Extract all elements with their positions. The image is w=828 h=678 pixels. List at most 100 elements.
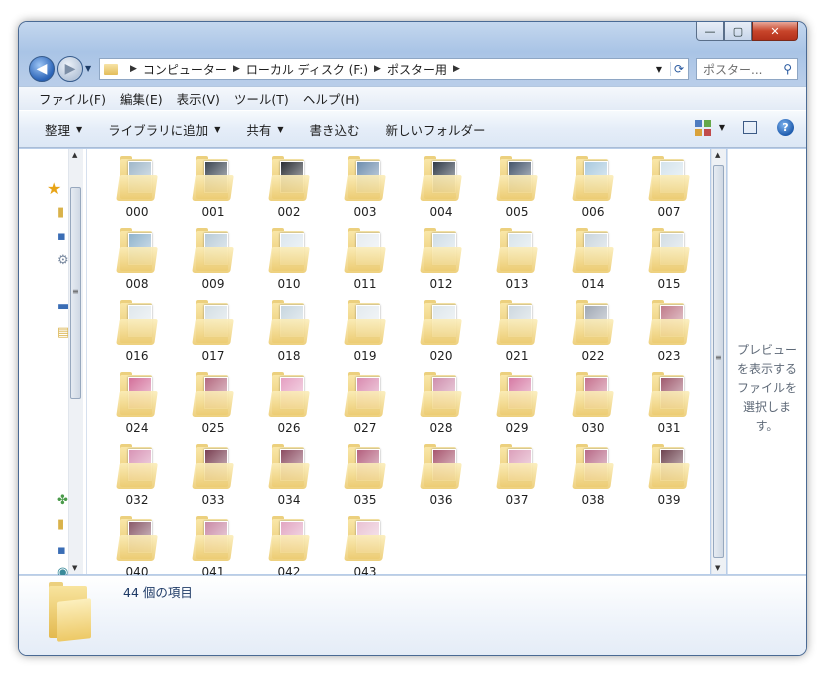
folder-name: 005 [505,205,529,219]
recent-pages-dropdown[interactable]: ▼ [85,64,91,73]
folder-item[interactable]: 021 [479,297,555,369]
folder-item[interactable]: 019 [327,297,403,369]
folder-item[interactable]: 031 [631,369,707,441]
view-dropdown-icon[interactable]: ▼ [719,123,725,132]
scroll-up-arrow-icon[interactable]: ▲ [715,151,720,159]
folder-item[interactable]: 027 [327,369,403,441]
folder-item[interactable]: 032 [99,441,175,513]
burn-button[interactable]: 書き込む [310,120,360,139]
menu-file[interactable]: ファイル(F) [39,89,106,108]
folder-grid: 000 001 002 003 004 005 006 007 008 009 010 011 012 0… [99,153,707,585]
folder-item[interactable]: 025 [175,369,251,441]
new-folder-button[interactable]: 新しいフォルダー [386,120,486,139]
breadcrumb-computer[interactable]: コンピューター [143,61,227,78]
address-bar[interactable]: ▶ コンピューター ▶ ローカル ディスク (F:) ▶ ポスター用 ▶ ▼ ⟳ [99,58,689,80]
folder-item[interactable]: 023 [631,297,707,369]
folder-name: 003 [353,205,377,219]
folder-item[interactable]: 022 [555,297,631,369]
folder-item[interactable]: 005 [479,153,555,225]
folder-item[interactable]: 028 [403,369,479,441]
organize-button[interactable]: 整理 ▼ [45,120,82,139]
folder-item[interactable]: 017 [175,297,251,369]
breadcrumb-local-disk[interactable]: ローカル ディスク (F:) [246,61,368,78]
folder-name: 025 [201,421,225,435]
breadcrumb-poster-folder[interactable]: ポスター用 [387,61,447,78]
homegroup-icon[interactable]: ✤ [57,493,68,508]
network-place-icon[interactable]: ⚙ [57,253,69,268]
folder-item[interactable]: 030 [555,369,631,441]
folder-item[interactable]: 000 [99,153,175,225]
folder-thumbnail-icon [344,515,386,563]
folder-item[interactable]: 016 [99,297,175,369]
folder-item[interactable]: 014 [555,225,631,297]
folder-item[interactable]: 004 [403,153,479,225]
back-button[interactable]: ◀ [29,56,55,82]
change-view-icon[interactable] [694,119,711,136]
favorites-star-icon[interactable]: ★ [47,179,61,198]
menu-tools[interactable]: ツール(T) [234,89,289,108]
refresh-icon[interactable]: ⟳ [669,62,684,76]
menu-edit[interactable]: 編集(E) [120,89,163,108]
chevron-right-icon[interactable]: ▶ [453,64,460,74]
folder-thumbnail-icon [192,299,234,347]
folder-item[interactable]: 034 [251,441,327,513]
folder-item[interactable]: 009 [175,225,251,297]
folder-item[interactable]: 039 [631,441,707,513]
folder-thumbnail-icon [496,227,538,275]
address-dropdown-icon[interactable]: ▼ [656,65,662,74]
folder-icon[interactable]: ▮ [57,205,64,220]
forward-button[interactable]: ▶ [57,56,83,82]
chevron-right-icon[interactable]: ▶ [233,64,240,74]
folder-item[interactable]: 029 [479,369,555,441]
folder-item[interactable]: 024 [99,369,175,441]
folder-item[interactable]: 013 [479,225,555,297]
maximize-button[interactable]: ▢ [724,22,752,41]
folder-item[interactable]: 001 [175,153,251,225]
preview-pane-toggle-icon[interactable] [743,121,757,134]
folder-item[interactable]: 015 [631,225,707,297]
folder-name: 012 [429,277,453,291]
folder-name: 002 [277,205,301,219]
folder-item[interactable]: 038 [555,441,631,513]
folder-item[interactable]: 035 [327,441,403,513]
command-bar: 整理 ▼ ライブラリに追加 ▼ 共有 ▼ 書き込む 新しいフォルダー ▼ ? [19,110,806,148]
folder-thumbnail-icon [648,443,690,491]
folder-item[interactable]: 003 [327,153,403,225]
folder-thumbnail-icon [572,155,614,203]
scroll-down-arrow-icon[interactable]: ▼ [715,564,720,572]
folder-item[interactable]: 008 [99,225,175,297]
folder-item[interactable]: 018 [251,297,327,369]
scroll-up-arrow-icon[interactable]: ▲ [72,151,77,159]
folder-item[interactable]: 012 [403,225,479,297]
nav-pane-scrollbar[interactable]: ▲ ≡ ▼ [68,149,83,574]
file-list-scrollbar[interactable]: ▲ ≡ ▼ [711,149,726,574]
folder-item[interactable]: 036 [403,441,479,513]
close-button[interactable]: ✕ [752,22,798,41]
desktop-icon[interactable]: ▪ [57,229,66,244]
chevron-right-icon[interactable]: ▶ [130,64,137,74]
minimize-button[interactable]: — [696,22,724,41]
help-icon[interactable]: ? [777,119,794,136]
share-button[interactable]: 共有 ▼ [246,120,283,139]
chevron-right-icon[interactable]: ▶ [374,64,381,74]
folder-item[interactable]: 020 [403,297,479,369]
folder-icon[interactable]: ▮ [57,517,64,532]
folder-item[interactable]: 007 [631,153,707,225]
search-input[interactable]: ポスター... ⚲ [696,58,798,80]
folder-item[interactable]: 006 [555,153,631,225]
menu-view[interactable]: 表示(V) [177,89,220,108]
add-to-library-button[interactable]: ライブラリに追加 ▼ [108,120,220,139]
folder-item[interactable]: 033 [175,441,251,513]
computer-icon[interactable]: ▪ [57,543,66,558]
search-icon[interactable]: ⚲ [783,62,792,76]
folder-item[interactable]: 010 [251,225,327,297]
folder-item[interactable]: 011 [327,225,403,297]
folder-item[interactable]: 037 [479,441,555,513]
folder-name: 028 [429,421,453,435]
folder-name: 019 [353,349,377,363]
scroll-down-arrow-icon[interactable]: ▼ [72,564,77,572]
menu-help[interactable]: ヘルプ(H) [303,89,360,108]
folder-thumbnail-icon [192,443,234,491]
folder-item[interactable]: 002 [251,153,327,225]
folder-item[interactable]: 026 [251,369,327,441]
